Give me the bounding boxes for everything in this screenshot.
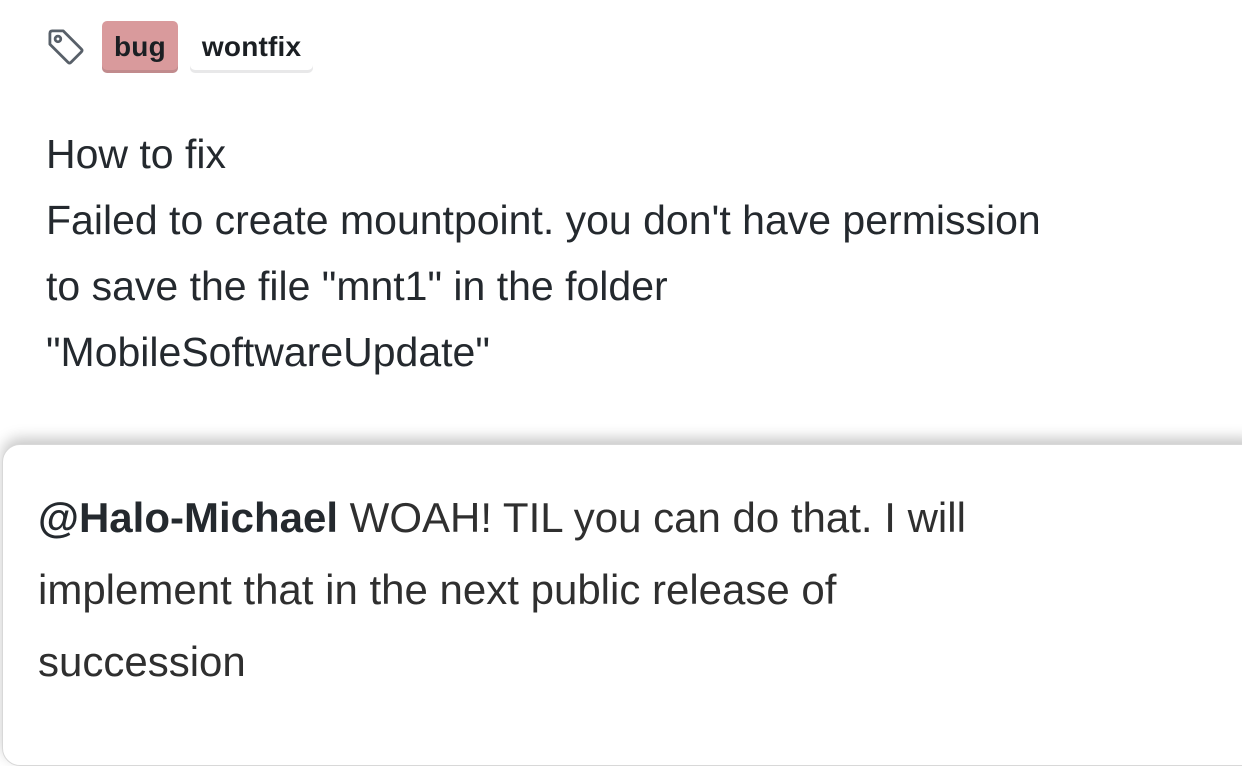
issue-body-line: to save the file "mnt1" in the folder bbox=[46, 263, 668, 309]
user-mention-link[interactable]: @Halo-Michael bbox=[38, 494, 338, 541]
comment-line: implement that in the next public releas… bbox=[38, 566, 837, 613]
comment-text-segment: WOAH! TIL you can do that. I will bbox=[338, 494, 966, 541]
label-bug[interactable]: bug bbox=[102, 21, 178, 73]
tag-icon[interactable] bbox=[44, 25, 88, 69]
issue-body-line: "MobileSoftwareUpdate" bbox=[46, 329, 490, 375]
comment-line: @Halo-Michael WOAH! TIL you can do that.… bbox=[38, 482, 1218, 554]
comment-text: @Halo-Michael WOAH! TIL you can do that.… bbox=[38, 482, 1218, 698]
label-wontfix[interactable]: wontfix bbox=[189, 21, 314, 73]
issue-body-line: How to fix bbox=[46, 131, 226, 177]
labels-row: bug wontfix bbox=[44, 20, 325, 74]
comment-line: succession bbox=[38, 638, 246, 685]
issue-body-line: Failed to create mountpoint. you don't h… bbox=[46, 197, 1041, 243]
issue-body: How to fix Failed to create mountpoint. … bbox=[46, 121, 1216, 385]
